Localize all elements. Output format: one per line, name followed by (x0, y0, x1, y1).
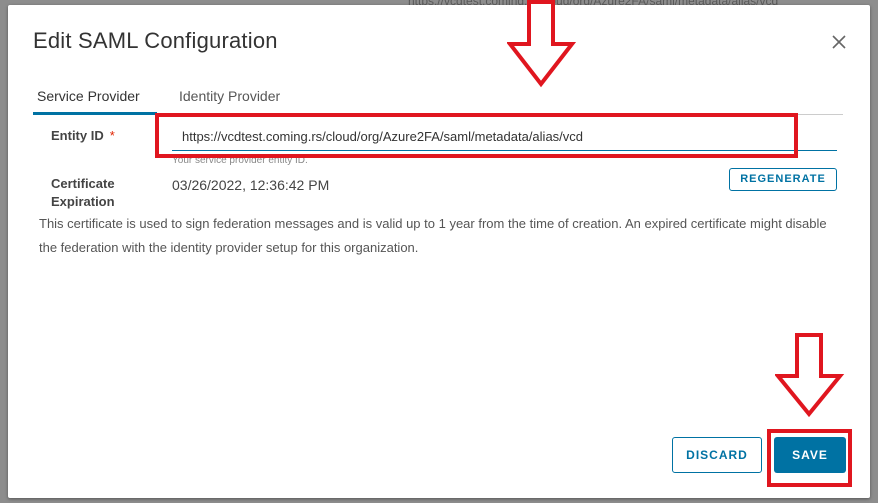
discard-button[interactable]: DISCARD (672, 437, 762, 473)
dialog-title: Edit SAML Configuration (33, 28, 278, 53)
entity-id-label-text: Entity ID (51, 128, 104, 143)
certificate-description: This certificate is used to sign federat… (39, 216, 827, 255)
entity-id-highlight-box (155, 113, 798, 158)
tab-bar: Service Provider Identity Provider (33, 85, 843, 115)
down-arrow-icon (775, 333, 845, 418)
save-highlight-box (767, 429, 852, 487)
certificate-expiration-value: 03/26/2022, 12:36:42 PM (172, 177, 330, 193)
down-arrow-icon (507, 0, 577, 88)
regenerate-button[interactable]: REGENERATE (729, 168, 837, 191)
active-tab-indicator (33, 112, 157, 115)
entity-id-label: Entity ID * (51, 127, 115, 145)
tab-identity-provider[interactable]: Identity Provider (179, 88, 280, 104)
tab-service-provider[interactable]: Service Provider (37, 88, 140, 104)
certificate-expiration-label: Certificate Expiration (51, 176, 115, 209)
edit-saml-dialog: Edit SAML Configuration Service Provider… (8, 5, 870, 498)
required-mark: * (109, 128, 115, 143)
close-icon[interactable] (830, 33, 848, 51)
